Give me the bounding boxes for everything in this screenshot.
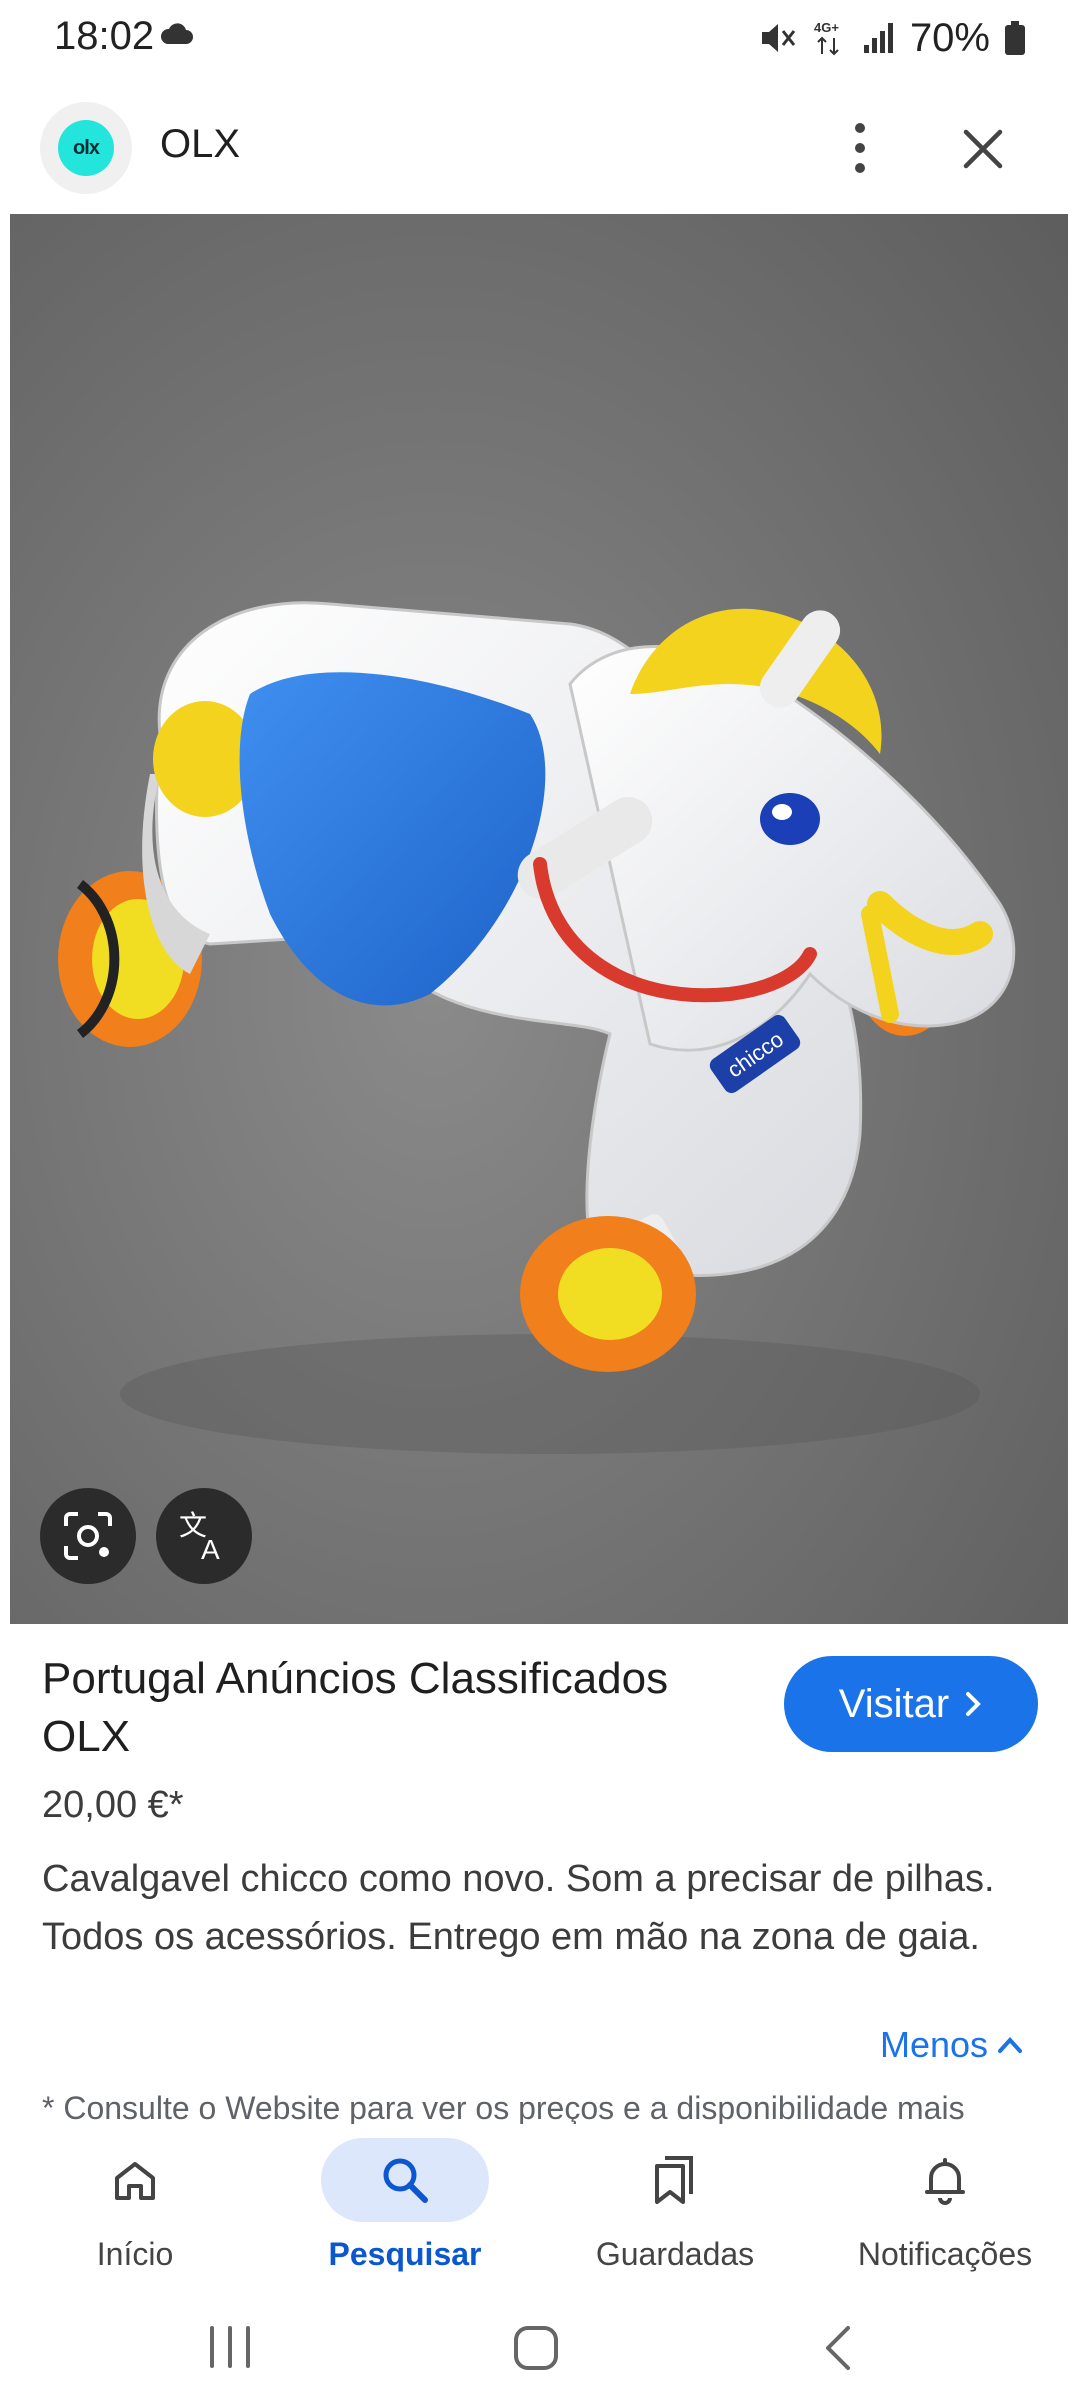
disclaimer: * Consulte o Website para ver os preços … <box>42 2090 965 2124</box>
svg-text:A: A <box>201 1534 220 1563</box>
nav-item-home[interactable]: Início <box>0 2124 270 2294</box>
more-options-icon[interactable] <box>838 118 882 178</box>
bottom-navigation: Início Pesquisar Guardadas Notificações <box>0 2124 1080 2294</box>
google-lens-button[interactable] <box>40 1488 136 1584</box>
nav-icon-container <box>591 2138 759 2222</box>
rocking-horse-image: chicco <box>10 214 1068 1624</box>
recent-apps-icon[interactable] <box>206 2324 254 2370</box>
home-system-icon[interactable] <box>510 2322 562 2374</box>
lens-icon <box>64 1512 112 1560</box>
battery-icon <box>1005 21 1025 55</box>
search-icon <box>383 2158 428 2203</box>
system-navigation-bar <box>0 2294 1080 2400</box>
description: Cavalgavel chicco como novo. Som a preci… <box>42 1858 995 1958</box>
visit-button-label: Visitar <box>838 1681 950 1726</box>
signal-icon <box>863 23 893 53</box>
nav-item-search[interactable]: Pesquisar <box>270 2124 540 2294</box>
product-image[interactable]: chicco <box>10 214 1068 1624</box>
translate-icon: 文 A <box>179 1509 220 1563</box>
olx-logo-mark: olx <box>58 120 114 176</box>
nav-icon-container <box>321 2138 489 2222</box>
translate-button[interactable]: 文 A <box>156 1488 252 1584</box>
panel-header: olx OLX <box>0 88 1080 208</box>
visit-button[interactable]: Visitar <box>784 1656 1038 1752</box>
bookmarks-icon <box>655 2156 693 2204</box>
back-icon[interactable] <box>820 2324 856 2372</box>
show-less-link[interactable]: Menos <box>880 2024 1024 2066</box>
chevron-up-icon <box>998 2037 1023 2053</box>
status-icons: 4G+ 70% <box>758 14 1026 62</box>
status-bar: 18:02 4G+ 70% <box>0 0 1080 76</box>
svg-text:4G+: 4G+ <box>814 20 839 35</box>
nav-label-notifications: Notificações <box>857 2236 1033 2272</box>
nav-label-search: Pesquisar <box>328 2236 482 2272</box>
close-icon[interactable] <box>958 124 1008 174</box>
price: 20,00 €* <box>42 1784 184 1826</box>
header-title: OLX <box>160 122 241 166</box>
nav-label-home: Início <box>96 2236 174 2272</box>
bell-icon <box>925 2158 965 2205</box>
mute-icon <box>761 24 796 52</box>
home-icon <box>115 2162 155 2200</box>
olx-logo: olx <box>40 102 132 194</box>
battery-percent: 70% <box>909 15 990 60</box>
nav-item-notifications[interactable]: Notificações <box>810 2124 1080 2294</box>
network-4g-icon: 4G+ <box>814 20 839 56</box>
nav-label-saved: Guardadas <box>595 2236 755 2272</box>
chevron-right-icon <box>966 1692 982 1716</box>
show-less-label: Menos <box>880 2024 989 2065</box>
nav-icon-container <box>861 2138 1029 2222</box>
status-time: 18:02 <box>54 14 155 58</box>
result-site-name: Portugal Anúncios Classificados OLX <box>42 1654 669 1761</box>
nav-icon-container <box>51 2138 219 2222</box>
nav-item-saved[interactable]: Guardadas <box>540 2124 810 2294</box>
cloud-icon <box>160 23 193 44</box>
